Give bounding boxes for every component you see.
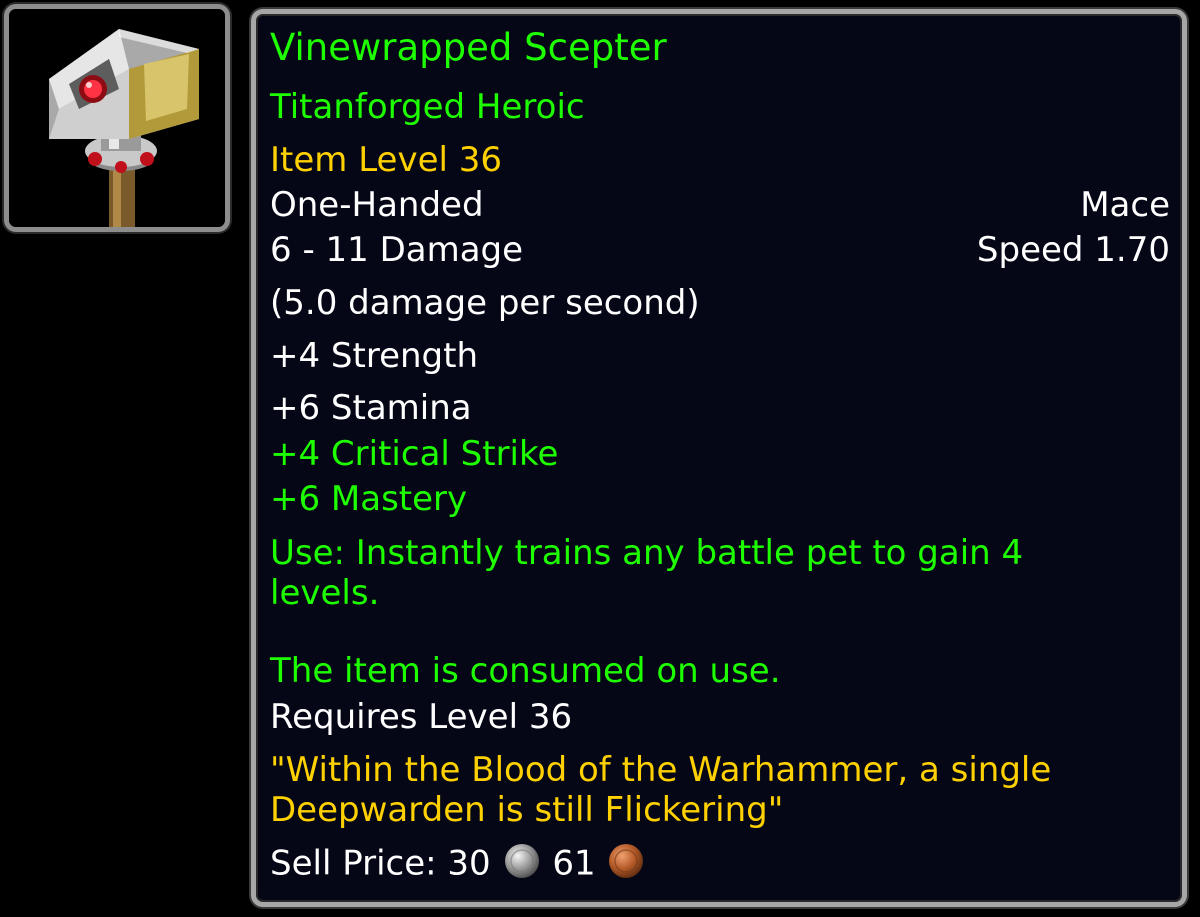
damage-row: 6 - 11 Damage Speed 1.70 xyxy=(270,230,1170,270)
item-icon-frame[interactable] xyxy=(4,4,230,232)
mace-icon xyxy=(9,9,225,227)
item-slot: One-Handed xyxy=(270,185,484,225)
sell-copper-amount: 61 xyxy=(552,843,596,884)
silver-coin-icon xyxy=(502,841,542,881)
stat-stamina: +6 Stamina xyxy=(270,388,472,428)
stat-critical-strike: +4 Critical Strike xyxy=(270,434,559,474)
sell-price: Sell Price: 30 61 xyxy=(270,842,1170,884)
item-name: Vinewrapped Scepter xyxy=(270,26,667,69)
weapon-type: Mace xyxy=(1080,185,1170,225)
stat-strength: +4 Strength xyxy=(270,336,479,376)
consumed-note: The item is consumed on use. xyxy=(270,651,781,691)
stat-mastery: +6 Mastery xyxy=(270,479,468,519)
damage-per-second: (5.0 damage per second) xyxy=(270,283,700,323)
slot-row: One-Handed Mace xyxy=(270,185,1170,225)
sell-silver-amount: 30 xyxy=(447,843,491,884)
weapon-speed: Speed 1.70 xyxy=(976,230,1170,270)
item-level: Item Level 36 xyxy=(270,140,503,180)
use-effect: Use: Instantly trains any battle pet to … xyxy=(270,533,1024,613)
sell-price-label: Sell Price: xyxy=(270,843,437,884)
damage-range: 6 - 11 Damage xyxy=(270,230,524,270)
copper-coin-icon xyxy=(606,841,646,881)
required-level: Requires Level 36 xyxy=(270,697,573,737)
flavor-text: "Within the Blood of the Warhammer, a si… xyxy=(270,750,1052,830)
item-upgrade-tier: Titanforged Heroic xyxy=(270,87,585,127)
